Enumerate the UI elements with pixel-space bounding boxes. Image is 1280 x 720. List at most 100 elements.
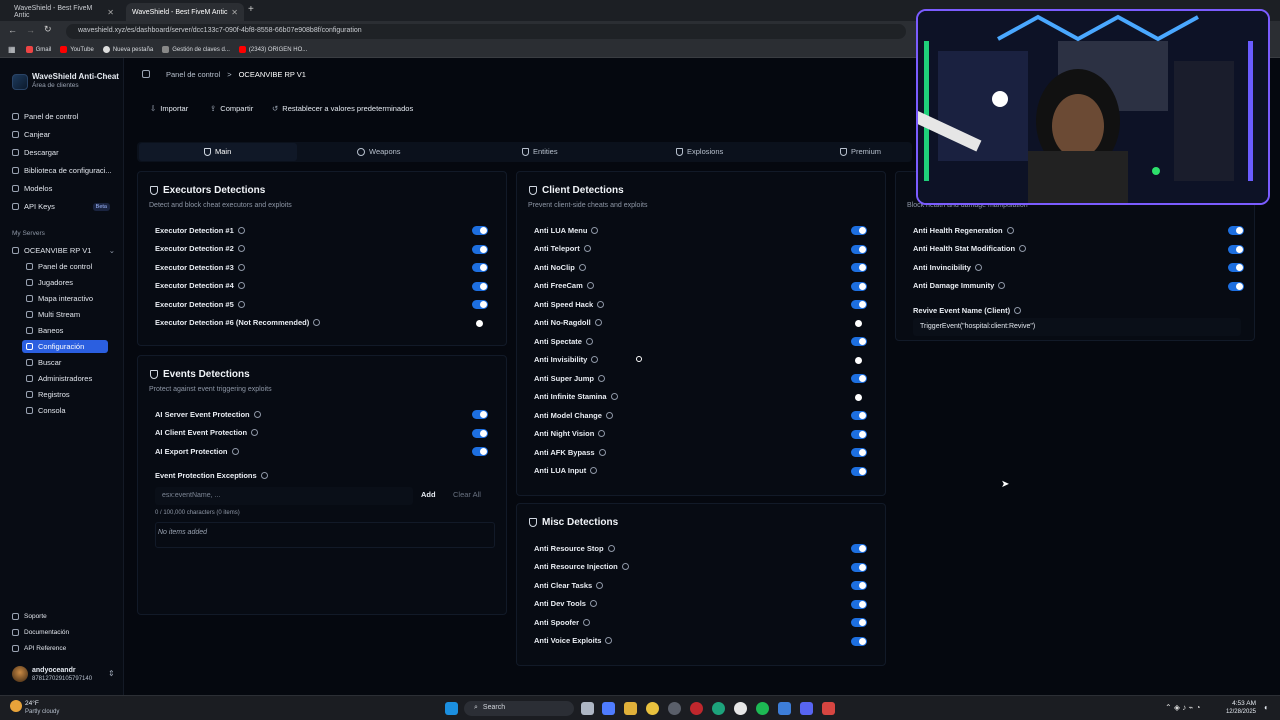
taskbar-search[interactable]: ⌕ Search xyxy=(464,701,574,716)
info-icon[interactable] xyxy=(237,263,245,271)
tab-premium[interactable]: Premium xyxy=(840,147,881,156)
forward-icon[interactable]: → xyxy=(26,25,35,35)
toggle-switch[interactable] xyxy=(1228,226,1244,235)
info-icon[interactable] xyxy=(610,393,618,400)
info-icon[interactable] xyxy=(313,319,321,326)
vscode-icon[interactable] xyxy=(778,702,791,715)
info-icon[interactable] xyxy=(605,637,613,644)
toggle-switch[interactable] xyxy=(851,281,867,291)
sidebar-item-multistream[interactable]: Multi Stream xyxy=(22,308,108,321)
revive-event-input[interactable]: TriggerEvent("hospital:client:Revive") xyxy=(913,318,1241,336)
sidebar-item-support[interactable]: Soporte xyxy=(8,610,114,623)
bookmark-youtube[interactable]: YouTube xyxy=(60,46,94,53)
obs-icon[interactable] xyxy=(822,702,835,715)
chrome-icon[interactable] xyxy=(646,702,659,715)
toggle-switch[interactable] xyxy=(472,244,488,254)
tab-weapons[interactable]: Weapons xyxy=(357,147,401,156)
info-icon[interactable] xyxy=(1019,245,1027,252)
browser-tab[interactable]: WaveShield - Best FiveM Antic ✕ xyxy=(8,3,120,21)
reload-icon[interactable]: ↻ xyxy=(44,24,52,35)
toggle-switch[interactable] xyxy=(851,448,867,457)
exceptions-input[interactable]: esx:eventName, ... xyxy=(155,487,413,505)
toggle-switch[interactable] xyxy=(851,374,867,383)
spotify-icon[interactable] xyxy=(756,702,769,715)
toggle-switch[interactable] xyxy=(851,429,867,439)
apps-icon[interactable]: ▦ xyxy=(8,45,16,54)
sidebar-item-configuration[interactable]: Configuración xyxy=(22,340,108,353)
tab-explosions[interactable]: Explosions xyxy=(676,147,723,156)
toggle-switch[interactable] xyxy=(851,393,867,402)
toggle-switch[interactable] xyxy=(851,466,867,476)
toggle-switch[interactable] xyxy=(851,226,867,235)
toggle-switch[interactable] xyxy=(851,319,867,328)
tab-entities[interactable]: Entities xyxy=(522,147,558,156)
info-icon[interactable] xyxy=(594,319,602,326)
toggle-switch[interactable] xyxy=(851,411,867,420)
info-icon[interactable] xyxy=(578,263,586,271)
info-icon[interactable] xyxy=(237,245,245,252)
server-selector[interactable]: OCEANVIBE RP V1 ⌄ xyxy=(8,244,118,257)
weather-icon[interactable] xyxy=(10,700,22,712)
copilot-icon[interactable] xyxy=(602,702,615,715)
info-icon[interactable] xyxy=(589,600,597,607)
notification-icon[interactable]: ◐ xyxy=(1264,703,1269,712)
info-icon[interactable] xyxy=(596,581,604,589)
back-icon[interactable]: ← xyxy=(8,25,17,35)
sidebar-item-dashboard[interactable]: Panel de control xyxy=(8,110,114,123)
info-icon[interactable] xyxy=(597,300,605,308)
toggle-switch[interactable] xyxy=(1228,263,1244,272)
new-tab-icon[interactable]: + xyxy=(248,4,254,15)
toggle-switch[interactable] xyxy=(851,581,867,590)
info-icon[interactable] xyxy=(598,430,606,437)
info-icon[interactable] xyxy=(237,300,245,308)
toggle-switch[interactable] xyxy=(472,300,488,309)
info-icon[interactable] xyxy=(591,356,599,363)
info-icon[interactable] xyxy=(583,245,591,252)
sidebar-item-server-dashboard[interactable]: Panel de control xyxy=(22,260,108,273)
toggle-switch[interactable] xyxy=(1228,244,1244,254)
info-icon[interactable] xyxy=(621,563,629,570)
toggle-switch[interactable] xyxy=(851,337,867,346)
reset-button[interactable]: ↺ Restablecer a valores predeterminados xyxy=(272,104,413,113)
toggle-switch[interactable] xyxy=(472,447,488,456)
sidebar-item-console[interactable]: Consola xyxy=(22,404,108,417)
sidebar-item-api-reference[interactable]: API Reference xyxy=(8,642,114,655)
sidebar-item-models[interactable]: Modelos xyxy=(8,182,114,195)
sidebar-toggle-icon[interactable] xyxy=(142,70,150,78)
sidebar-item-docs[interactable]: Documentación xyxy=(8,626,114,639)
info-icon[interactable] xyxy=(260,471,268,479)
chevron-updown-icon[interactable]: ⇕ xyxy=(108,669,115,678)
edge-icon[interactable] xyxy=(712,702,725,715)
toggle-switch[interactable] xyxy=(851,544,867,553)
toggle-switch[interactable] xyxy=(851,244,867,254)
toggle-switch[interactable] xyxy=(851,263,867,272)
sidebar-item-download[interactable]: Descargar xyxy=(8,146,114,159)
discord-icon[interactable] xyxy=(800,702,813,715)
info-icon[interactable] xyxy=(237,226,245,234)
file-explorer-icon[interactable] xyxy=(624,702,637,715)
toggle-switch[interactable] xyxy=(472,263,488,272)
toggle-switch[interactable] xyxy=(472,281,488,291)
toggle-switch[interactable] xyxy=(851,356,867,365)
windows-start-icon[interactable] xyxy=(445,702,458,715)
info-icon[interactable] xyxy=(237,282,245,289)
info-icon[interactable] xyxy=(607,544,615,552)
toggle-switch[interactable] xyxy=(851,562,867,572)
avatar[interactable] xyxy=(12,666,28,682)
info-icon[interactable] xyxy=(590,467,598,474)
opera-icon[interactable] xyxy=(690,702,703,715)
github-icon[interactable] xyxy=(734,702,747,715)
toggle-switch[interactable] xyxy=(851,300,867,309)
toggle-switch[interactable] xyxy=(851,618,867,627)
info-icon[interactable] xyxy=(591,226,599,234)
toggle-switch[interactable] xyxy=(472,428,488,438)
tab-main[interactable]: Main xyxy=(204,147,231,156)
toggle-switch[interactable] xyxy=(472,319,488,328)
info-icon[interactable] xyxy=(231,447,239,455)
add-button[interactable]: Add xyxy=(421,490,436,499)
sidebar-item-players[interactable]: Jugadores xyxy=(22,276,108,289)
toggle-switch[interactable] xyxy=(1228,281,1244,291)
toggle-switch[interactable] xyxy=(472,410,488,419)
share-button[interactable]: ⇪ Compartir xyxy=(210,104,253,113)
clear-all-button[interactable]: Clear All xyxy=(453,490,481,499)
